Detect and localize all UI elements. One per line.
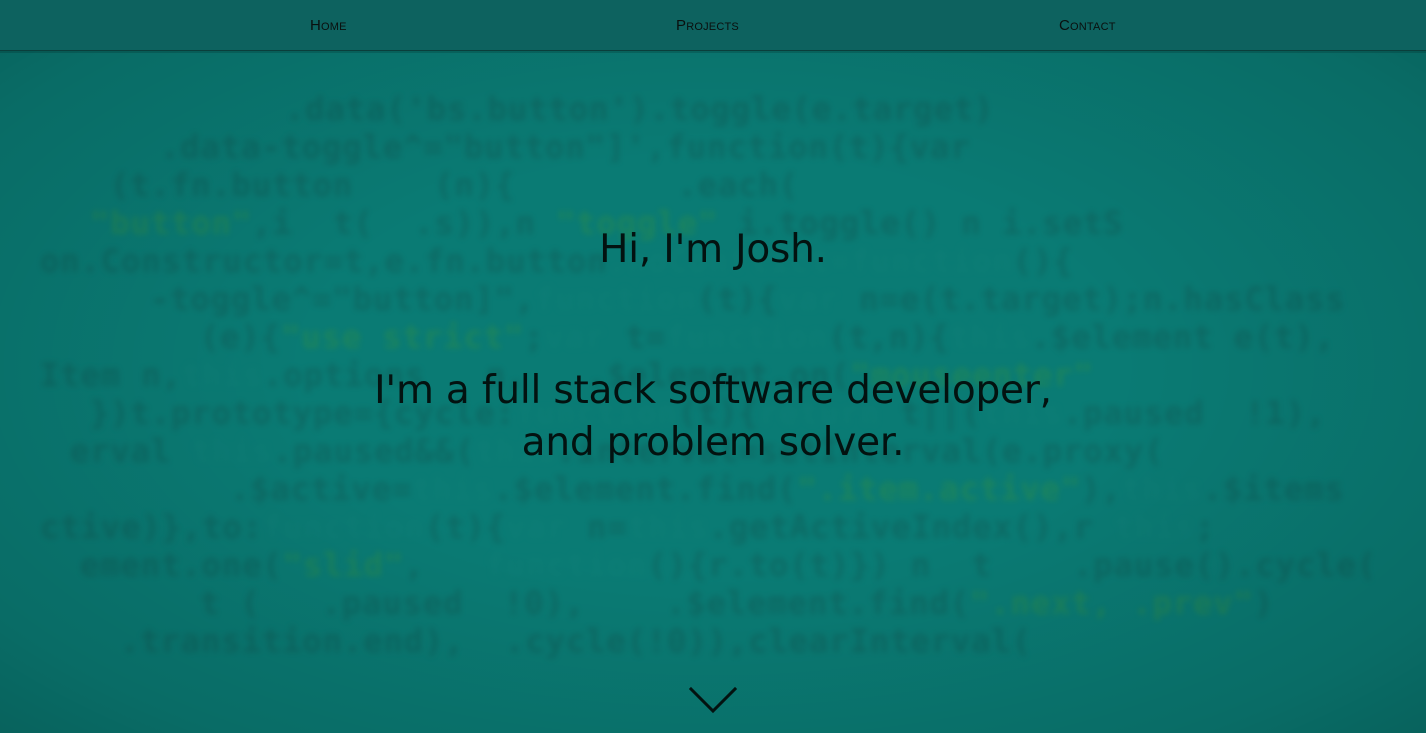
hero-subtitle-line-2: and problem solver. [521,420,905,465]
nav-link-contact[interactable]: Contact [1059,0,1116,50]
hero-content: Hi, I'm Josh. I'm a full stack software … [0,0,1426,733]
nav-link-home[interactable]: Home [310,0,347,50]
scroll-down-button[interactable] [688,686,738,716]
hero-subtitle: I'm a full stack software developer, and… [0,365,1426,469]
hero-title: Hi, I'm Josh. [599,227,827,272]
top-navigation-bar: Home Projects Contact [0,0,1426,51]
hero-subtitle-line-1: I'm a full stack software developer, [374,368,1052,413]
nav-link-projects[interactable]: Projects [676,0,739,50]
chevron-down-icon [688,686,738,714]
